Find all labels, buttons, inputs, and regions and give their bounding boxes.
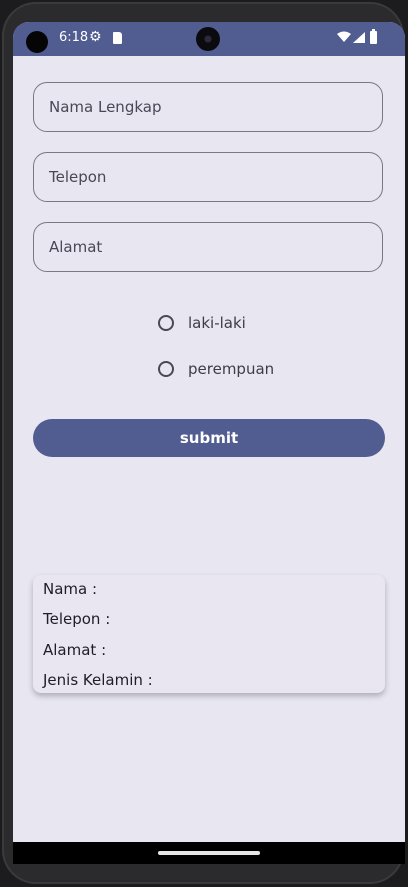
alamat-placeholder: Alamat <box>49 238 103 256</box>
radio-perempuan[interactable]: perempuan <box>158 357 274 381</box>
camera-cutout-icon <box>196 27 220 51</box>
nama-lengkap-placeholder: Nama Lengkap <box>49 98 162 116</box>
alamat-field[interactable]: Alamat <box>33 222 383 272</box>
telepon-placeholder: Telepon <box>49 168 107 186</box>
nama-lengkap-field[interactable]: Nama Lengkap <box>33 82 383 132</box>
front-camera-icon <box>26 31 48 53</box>
radio-label-perempuan: perempuan <box>188 360 275 378</box>
radio-button-icon[interactable] <box>158 315 174 331</box>
sdcard-icon <box>113 32 122 44</box>
result-card: Nama : Telepon : Alamat : Jenis Kelamin … <box>33 575 385 693</box>
status-bar: 6:18 ⚙ <box>13 22 405 56</box>
result-nama: Nama : <box>43 580 98 598</box>
wifi-icon <box>337 31 351 42</box>
home-gesture-handle[interactable] <box>158 851 260 855</box>
gear-icon: ⚙ <box>89 29 102 45</box>
result-alamat: Alamat : <box>43 641 107 659</box>
status-time: 6:18 <box>59 30 89 45</box>
signal-icon <box>353 32 365 43</box>
radio-laki-laki[interactable]: laki-laki <box>158 311 246 335</box>
submit-button[interactable]: submit <box>33 419 385 457</box>
navigation-bar <box>13 842 405 864</box>
battery-icon <box>370 29 377 44</box>
result-jenis-kelamin: Jenis Kelamin : <box>43 671 153 689</box>
radio-label-laki-laki: laki-laki <box>188 314 246 332</box>
radio-button-icon[interactable] <box>158 361 174 377</box>
app-screen: 6:18 ⚙ Nama Lengkap Telepon Alamat laki-… <box>13 22 405 864</box>
telepon-field[interactable]: Telepon <box>33 152 383 202</box>
result-telepon: Telepon : <box>43 610 111 628</box>
